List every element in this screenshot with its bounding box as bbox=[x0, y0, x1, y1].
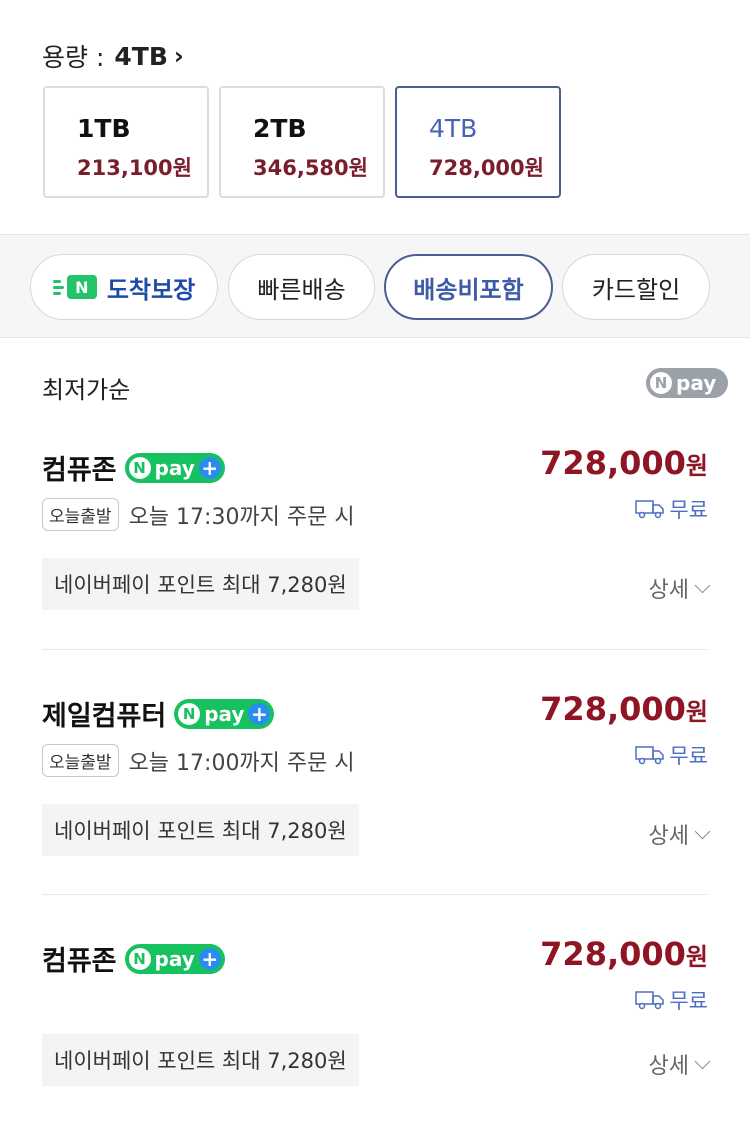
detail-button[interactable]: 상세 bbox=[648, 572, 711, 604]
filter-label: 배송비포함 bbox=[413, 275, 524, 304]
filter-shipping-included[interactable]: 배송비포함 bbox=[384, 254, 553, 320]
point-info: 네이버페이 포인트 최대 7,280원 bbox=[42, 804, 359, 856]
shipping-info: 무료 bbox=[635, 494, 708, 524]
capacity-section: 용량 : 4TB › 1TB 213,100원 2TB 346,580원 4TB… bbox=[0, 0, 750, 234]
capacity-option-name: 4TB bbox=[429, 114, 478, 143]
seller-name-text: 컴퓨존 bbox=[42, 946, 117, 977]
detail-button[interactable]: 상세 bbox=[648, 818, 711, 850]
offer-item[interactable]: 컴퓨존 N pay + 728,000원 무료 네이버페이 포인트 최대 7,2… bbox=[42, 935, 711, 1089]
offer-price-unit: 원 bbox=[685, 698, 708, 726]
npay-plus-badge: N pay + bbox=[124, 943, 225, 974]
dispatch-info: 오늘출발 오늘 17:30까지 주문 시 bbox=[42, 498, 355, 531]
filter-label: 도착보장 bbox=[106, 275, 196, 304]
capacity-option-price: 728,000원 bbox=[429, 156, 544, 180]
offer-price-unit: 원 bbox=[685, 943, 708, 971]
capacity-option-1tb[interactable]: 1TB 213,100원 bbox=[43, 86, 209, 198]
divider bbox=[42, 649, 708, 650]
seller-name-text: 제일컴퓨터 bbox=[42, 701, 167, 732]
filter-bar: N 도착보장 빠른배송 배송비포함 카드할인 bbox=[0, 234, 750, 338]
shipping-info: 무료 bbox=[635, 740, 708, 770]
shipping-fee: 무료 bbox=[669, 744, 708, 768]
seller-name[interactable]: 컴퓨존 N pay + bbox=[42, 448, 225, 487]
chevron-down-icon bbox=[694, 1053, 711, 1069]
offer-price-unit: 원 bbox=[685, 452, 708, 480]
offer-price: 728,000원 bbox=[540, 444, 708, 482]
capacity-option-price: 213,100원 bbox=[77, 156, 192, 180]
chevron-down-icon bbox=[694, 823, 711, 839]
plus-icon: + bbox=[198, 456, 221, 479]
plus-icon: + bbox=[198, 947, 221, 970]
seller-name-text: 컴퓨존 bbox=[42, 455, 117, 486]
npay-n-icon: N bbox=[128, 947, 151, 970]
sort-label[interactable]: 최저가순 bbox=[42, 370, 130, 405]
truck-icon bbox=[635, 991, 665, 1010]
capacity-option-name: 1TB bbox=[77, 114, 131, 143]
npay-filter-label: pay bbox=[676, 371, 717, 395]
divider bbox=[42, 894, 708, 895]
dispatch-deadline: 오늘 17:00까지 주문 시 bbox=[128, 750, 355, 776]
filter-fast-delivery[interactable]: 빠른배송 bbox=[228, 254, 375, 320]
npay-n-icon: N bbox=[128, 456, 151, 479]
npay-badge-label: pay bbox=[154, 946, 195, 971]
plus-icon: + bbox=[248, 702, 271, 725]
dispatch-deadline: 오늘 17:30까지 주문 시 bbox=[128, 504, 355, 530]
npay-n-icon: N bbox=[178, 702, 201, 725]
detail-button[interactable]: 상세 bbox=[648, 1048, 711, 1080]
capacity-option-price: 346,580원 bbox=[253, 156, 368, 180]
capacity-label: 용량 : bbox=[42, 43, 105, 72]
offer-item[interactable]: 제일컴퓨터 N pay + 728,000원 무료 오늘출발 오늘 17:00까… bbox=[42, 690, 711, 864]
truck-icon bbox=[635, 500, 665, 519]
seller-name[interactable]: 컴퓨존 N pay + bbox=[42, 939, 225, 978]
detail-label: 상세 bbox=[648, 578, 689, 603]
npay-badge-label: pay bbox=[204, 701, 245, 726]
filter-label: 카드할인 bbox=[591, 275, 681, 304]
point-info: 네이버페이 포인트 최대 7,280원 bbox=[42, 1034, 359, 1086]
capacity-option-name: 2TB bbox=[253, 114, 307, 143]
capacity-option-4tb[interactable]: 4TB 728,000원 bbox=[395, 86, 561, 198]
filter-label: 빠른배송 bbox=[257, 275, 346, 304]
offer-price: 728,000원 bbox=[540, 690, 708, 728]
offer-price-value: 728,000 bbox=[540, 690, 686, 728]
capacity-header[interactable]: 용량 : 4TB › bbox=[42, 38, 184, 74]
dispatch-info: 오늘출발 오늘 17:00까지 주문 시 bbox=[42, 744, 355, 777]
offer-price-value: 728,000 bbox=[540, 935, 686, 973]
npay-badge-label: pay bbox=[154, 455, 195, 480]
capacity-selected-value: 4TB bbox=[114, 41, 168, 71]
shipping-fee: 무료 bbox=[669, 498, 708, 522]
offer-price-value: 728,000 bbox=[540, 444, 686, 482]
today-dispatch-tag: 오늘출발 bbox=[42, 498, 119, 531]
npay-plus-badge: N pay + bbox=[124, 452, 225, 483]
capacity-option-2tb[interactable]: 2TB 346,580원 bbox=[219, 86, 385, 198]
chevron-down-icon bbox=[694, 577, 711, 593]
shipping-fee: 무료 bbox=[669, 989, 708, 1013]
detail-label: 상세 bbox=[648, 824, 689, 849]
filter-arrival-guarantee[interactable]: N 도착보장 bbox=[30, 254, 218, 320]
npay-plus-badge: N pay + bbox=[174, 698, 275, 729]
delivery-truck-icon: N bbox=[52, 275, 97, 299]
filter-card-discount[interactable]: 카드할인 bbox=[562, 254, 710, 320]
seller-name[interactable]: 제일컴퓨터 N pay + bbox=[42, 694, 275, 733]
point-info: 네이버페이 포인트 최대 7,280원 bbox=[42, 558, 359, 610]
offer-price: 728,000원 bbox=[540, 935, 708, 973]
today-dispatch-tag: 오늘출발 bbox=[42, 744, 119, 777]
chevron-right-icon: › bbox=[173, 42, 184, 70]
npay-n-icon: N bbox=[650, 372, 672, 394]
npay-filter-toggle[interactable]: N pay bbox=[646, 368, 728, 398]
truck-icon bbox=[635, 746, 665, 765]
detail-label: 상세 bbox=[648, 1054, 689, 1079]
shipping-info: 무료 bbox=[635, 985, 708, 1015]
offer-item[interactable]: 컴퓨존 N pay + 728,000원 무료 오늘출발 오늘 17:30까지 … bbox=[42, 444, 711, 618]
